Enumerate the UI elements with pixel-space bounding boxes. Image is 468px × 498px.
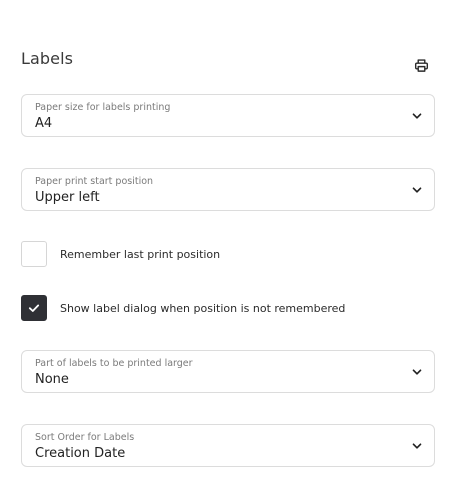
sort-order-label: Sort Order for Labels [35,432,135,443]
chevron-down-icon [412,369,422,375]
sort-order-select[interactable]: Sort Order for Labels Creation Date [21,424,435,467]
chevron-down-icon [412,187,422,193]
remember-position-row: Remember last print position [21,241,220,267]
start-position-label: Paper print start position [35,176,154,187]
paper-size-select[interactable]: Paper size for labels printing A4 [21,94,435,137]
chevron-down-icon [412,113,422,119]
print-button[interactable] [409,53,433,77]
section-title: Labels [21,49,74,68]
paper-size-value: A4 [35,116,53,131]
show-dialog-label: Show label dialog when position is not r… [60,301,346,315]
chevron-down-icon [412,443,422,449]
larger-part-label: Part of labels to be printed larger [35,358,193,369]
remember-position-checkbox[interactable] [21,241,47,267]
show-dialog-row: Show label dialog when position is not r… [21,295,345,321]
printer-icon [414,58,428,72]
larger-part-select[interactable]: Part of labels to be printed larger None [21,350,435,393]
paper-size-label: Paper size for labels printing [35,102,171,113]
larger-part-value: None [35,372,69,387]
start-position-select[interactable]: Paper print start position Upper left [21,168,435,211]
checkmark-icon [28,304,40,312]
remember-position-label: Remember last print position [60,247,221,261]
show-dialog-checkbox[interactable] [21,295,47,321]
sort-order-value: Creation Date [35,446,126,461]
start-position-value: Upper left [35,190,100,205]
